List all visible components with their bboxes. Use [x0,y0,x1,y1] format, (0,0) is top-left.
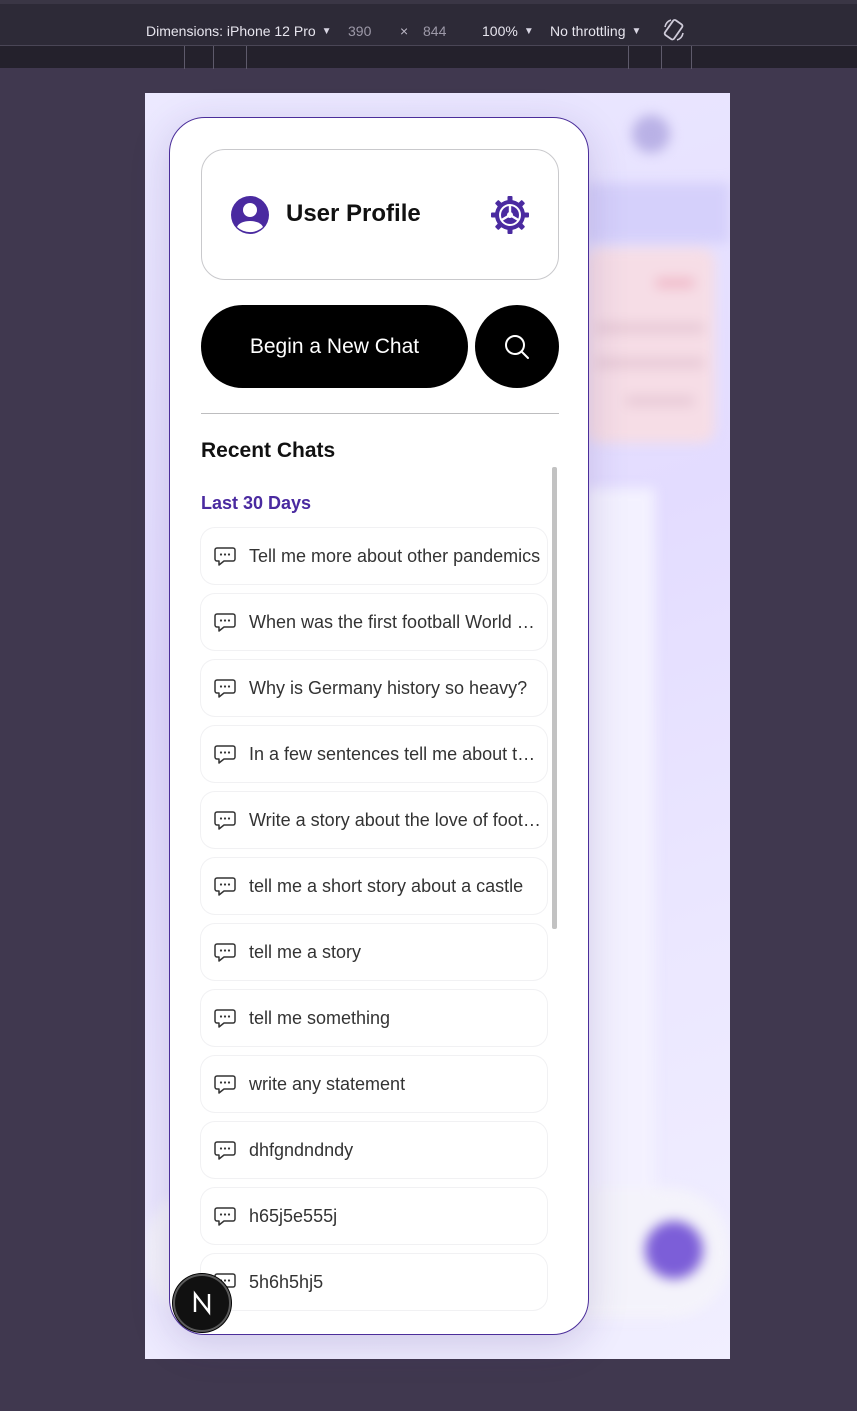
background-column [585,488,655,1208]
period-label: Last 30 Days [201,493,312,513]
chat-list-item[interactable]: tell me a story [201,924,547,980]
chat-list: Tell me more about other pandemics When w… [201,528,547,1320]
chat-sidebar: User Profile Begin a New Chat Recent Cha… [169,117,589,1335]
search-button[interactable] [475,305,559,388]
chat-list-item[interactable]: dhfgndndndy [201,1122,547,1178]
chat-list-item[interactable]: Why is Germany history so heavy? [201,660,547,716]
background-card [585,248,715,443]
chevron-down-icon: ▼ [631,25,642,37]
chat-bubble-icon [214,1009,236,1028]
user-circle-icon [231,196,269,234]
background-send-button [645,1221,703,1279]
rotate-icon[interactable] [663,18,685,42]
chat-bubble-icon [214,943,236,962]
throttling-value: No throttling [550,23,626,39]
chat-bubble-icon [214,811,236,830]
chat-title: h65j5e555j [249,1206,338,1226]
chat-bubble-icon [214,1207,236,1226]
chat-bubble-icon [214,547,236,566]
throttling-select[interactable]: No throttling ▼ [550,23,641,39]
zoom-select[interactable]: 100% ▼ [482,23,534,39]
chat-title: write any statement [249,1074,406,1094]
device-toolbar-row: Dimensions: iPhone 12 Pro ▼ 390 × 844 10… [0,18,857,44]
search-icon [505,334,529,359]
user-profile-card[interactable]: User Profile [201,149,559,280]
chat-list-item[interactable]: h65j5e555j [201,1188,547,1244]
chat-bubble-icon [214,1141,236,1160]
chat-title: tell me something [249,1008,391,1028]
chat-list-item[interactable]: 5h6h5hj5 [201,1254,547,1310]
chat-title: tell me a story [249,942,362,962]
media-query-ruler [0,45,857,69]
chat-list-item[interactable]: tell me something [201,990,547,1046]
chat-title: Why is Germany history so heavy? [249,678,528,698]
height-input[interactable]: 844 [423,23,446,39]
recent-chats-heading: Recent Chats [201,439,336,462]
devtools-toolbar: Dimensions: iPhone 12 Pro ▼ 390 × 844 10… [0,0,857,69]
chat-title: dhfgndndndy [249,1140,354,1160]
chat-title: 5h6h5hj5 [249,1272,324,1292]
chat-list-item[interactable]: Write a story about the love of football [201,792,547,848]
width-input[interactable]: 390 [348,23,371,39]
dimensions-label: Dimensions: iPhone 12 Pro [146,23,316,39]
zoom-value: 100% [482,23,518,39]
profile-title: User Profile [286,200,421,227]
n-logo-icon [193,1290,211,1316]
scrollbar-thumb[interactable] [552,467,557,929]
sidebar-divider [201,413,559,414]
chat-title: Write a story about the love of football [249,810,545,830]
chat-list-item[interactable]: tell me a short story about a castle [201,858,547,914]
chat-bubble-icon [214,679,236,698]
background-header [585,183,730,243]
device-dimensions-select[interactable]: Dimensions: iPhone 12 Pro ▼ [146,23,332,39]
nextjs-badge[interactable] [173,1274,231,1332]
chat-list-item[interactable]: In a few sentences tell me about the his… [201,726,547,782]
chat-title: In a few sentences tell me about the his… [249,744,545,764]
chat-list-item[interactable]: write any statement [201,1056,547,1112]
chat-title: Tell me more about other pandemics [249,546,541,566]
background-avatar [632,115,670,153]
chat-list-item[interactable]: When was the first football World Cup? [201,594,547,650]
chat-bubble-icon [214,745,236,764]
chat-bubble-icon [214,613,236,632]
gear-icon[interactable] [490,195,530,235]
chat-title: When was the first football World Cup? [249,612,545,632]
chat-list-item[interactable]: Tell me more about other pandemics [201,528,547,584]
chat-bubble-icon [214,1075,236,1094]
times-symbol: × [400,23,409,39]
chevron-down-icon: ▼ [321,25,332,37]
chat-bubble-icon [214,877,236,896]
chevron-down-icon: ▼ [523,25,534,37]
new-chat-button[interactable]: Begin a New Chat [201,305,468,388]
toolbar-top-line [0,0,857,4]
chat-title: tell me a short story about a castle [249,876,524,896]
